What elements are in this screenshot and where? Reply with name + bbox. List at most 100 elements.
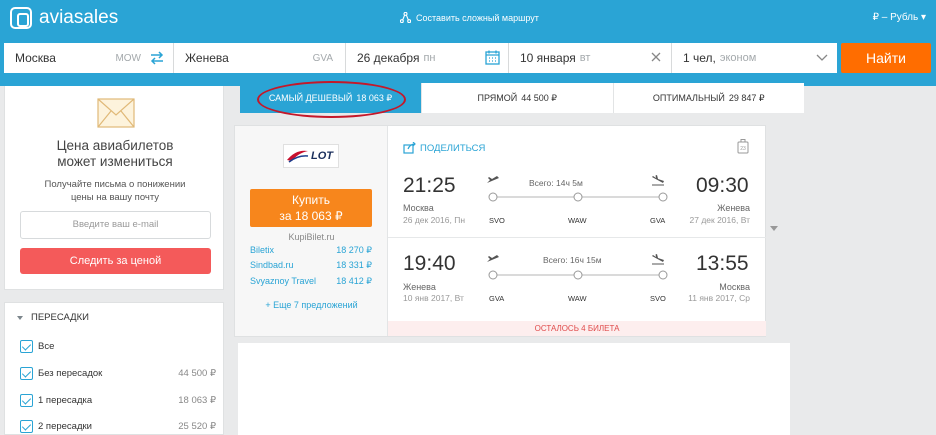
airport-code: SVO [650,294,666,303]
agency-name: Svyaznoy Travel [250,276,317,286]
outbound-departure-date: 26 дек 2016, Пн [403,215,466,225]
filter-option-price: 18 063 ₽ [178,394,216,406]
complex-route-link[interactable]: Составить сложный маршрут [400,12,539,23]
promo-subtitle-line-2: цены на вашу почту [70,192,160,203]
share-label: ПОДЕЛИТЬСЯ [420,142,486,154]
origin-value: Москва [15,51,56,65]
next-ticket-card [238,343,790,435]
passengers-field[interactable]: 1 чел, эконом [672,43,837,73]
outbound-arrival-time: 09:30 [696,174,749,197]
ticket-card: LOT Купить за 18 063 ₽ KupiBilet.ru Bile… [234,125,766,337]
complex-route-label: Составить сложный маршрут [416,12,539,23]
filter-option-label: 1 пересадка [38,394,93,406]
aeroflot-logo-icon [287,150,309,163]
inbound-departure-date: 10 янв 2017, Вт [403,293,464,303]
outbound-arrival-city: Женева [717,203,750,213]
search-form: Москва MOW Женева GVA 26 декабря пн 10 я… [4,43,931,73]
tab-price: 29 847 ₽ [728,92,765,103]
price-alert-card: Цена авиабилетов может измениться Получа… [4,86,224,290]
promo-subtitle: Получайте письма о понижении цены на ваш… [5,178,225,204]
share-button[interactable]: ПОДЕЛИТЬСЯ [403,142,485,154]
inbound-arrival-time: 13:55 [696,252,749,275]
return-weekday: вт [579,52,591,64]
agency-row[interactable]: Biletix 18 270 ₽ [250,245,372,256]
airport-code: SVO [489,216,505,225]
destination-field[interactable]: Женева GVA [174,43,346,73]
tab-direct[interactable]: ПРЯМОЙ 44 500 ₽ [422,83,614,113]
outbound-route-line [488,192,668,202]
checkbox-checked-icon[interactable] [20,366,33,380]
luggage-icon: 23 [737,139,749,154]
inbound-departure-city: Женева [403,282,436,292]
expand-ticket-arrow-icon[interactable] [770,226,778,231]
inbound-total-duration: Всего: 16ч 15м [543,255,602,265]
inbound-arrival-date: 11 янв 2017, Ср [688,293,750,303]
return-date-value: 10 января [520,51,576,65]
svg-text:23: 23 [740,146,746,152]
depart-date-value: 26 декабря [357,51,420,65]
calendar-icon[interactable] [485,50,500,65]
track-price-button[interactable]: Следить за ценой [20,248,211,274]
checkbox-checked-icon[interactable] [20,419,33,433]
filter-option[interactable]: 2 пересадки 25 520 ₽ [20,418,216,434]
buy-button[interactable]: Купить за 18 063 ₽ [250,189,372,227]
find-button[interactable]: Найти [841,43,931,73]
return-date-field[interactable]: 10 января вт [509,43,672,73]
currency-label: ₽ – Рубль [872,12,919,23]
promo-title-line-2: может измениться [57,154,173,169]
destination-code: GVA [312,52,333,64]
chevron-down-icon [816,54,828,61]
filter-option[interactable]: 1 пересадка 18 063 ₽ [20,392,216,408]
filter-option-label: Все [38,340,55,352]
brand-logo[interactable]: aviasales [10,7,118,29]
more-offers-link[interactable]: + Еще 7 предложений [235,300,388,310]
checkbox-checked-icon[interactable] [20,339,33,353]
passengers-value: 1 чел, [683,51,716,65]
filter-option[interactable]: Без пересадок 44 500 ₽ [20,365,216,381]
filter-option-label: 2 пересадки [38,420,92,432]
swap-icon[interactable] [149,50,165,66]
agency-price: 18 412 ₽ [336,276,372,286]
outbound-departure-time: 21:25 [403,174,456,197]
takeoff-icon [487,255,499,262]
buy-button-price: за 18 063 ₽ [279,209,343,223]
landing-icon [652,175,664,186]
inbound-route-line [488,270,668,280]
agency-price: 18 270 ₽ [336,245,372,255]
clear-icon[interactable] [649,50,663,64]
stops-filter-header[interactable]: ПЕРЕСАДКИ [17,312,89,323]
depart-date-field[interactable]: 26 декабря пн [346,43,509,73]
checkbox-checked-icon[interactable] [20,393,33,407]
depart-weekday: пн [423,52,436,64]
origin-field[interactable]: Москва MOW [4,43,174,73]
airport-code: WAW [568,216,587,225]
filter-option[interactable]: Все [20,338,216,354]
airline-logos: LOT [283,144,339,168]
promo-title-line-1: Цена авиабилетов [56,138,174,153]
tab-optimal[interactable]: ОПТИМАЛЬНЫЙ 29 847 ₽ [614,83,805,113]
brand-name: aviasales [39,7,119,28]
buy-button-label: Купить [292,193,330,207]
agency-row[interactable]: Svyaznoy Travel 18 412 ₽ [250,276,372,287]
stops-filter: ПЕРЕСАДКИ Все Без пересадок 44 500 ₽ 1 п… [4,302,224,435]
share-icon [403,142,416,154]
ticket-offer-panel: LOT Купить за 18 063 ₽ KupiBilet.ru Bile… [235,126,388,336]
outbound-arrival-date: 27 дек 2016, Вт [689,215,751,225]
promo-subtitle-line-1: Получайте письма о понижении [44,179,186,190]
agency-price: 18 331 ₽ [336,260,372,270]
lot-logo: LOT [311,150,333,162]
agency-row[interactable]: Sindbad.ru 18 331 ₽ [250,260,372,271]
agency-top[interactable]: KupiBilet.ru [235,232,388,242]
chevron-down-icon: ▾ [920,12,926,23]
promo-title: Цена авиабилетов может измениться [5,138,225,170]
filter-option-label: Без пересадок [38,367,103,379]
highlight-annotation [257,81,406,118]
route-icon [400,12,411,23]
envelope-icon [97,98,135,128]
collapse-triangle-icon [17,315,23,320]
currency-selector[interactable]: ₽ – Рубль ▾ [873,12,926,23]
cabin-class: эконом [719,52,757,64]
tab-price: 44 500 ₽ [521,92,557,103]
tab-label: ОПТИМАЛЬНЫЙ [652,93,725,103]
email-input[interactable]: Введите ваш e-mail [20,211,211,239]
